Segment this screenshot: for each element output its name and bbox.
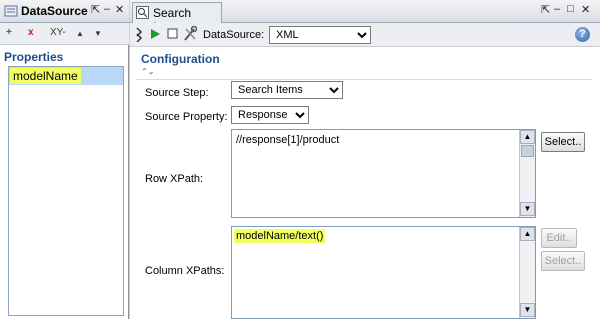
editor-toolbar: DataSource: XML ? — [130, 23, 600, 47]
row-xpath-value: //response[1]/product — [236, 134, 340, 146]
editor-tab-bar: Search Items ⇱ – □ ✕ — [130, 0, 600, 34]
datasource-type-label: DataSource: — [203, 29, 265, 41]
properties-header: Properties — [4, 50, 64, 64]
move-up-icon[interactable]: ▲ — [76, 29, 84, 38]
column-xpath-item[interactable]: modelName/text() — [234, 229, 326, 243]
source-property-label: Source Property: — [145, 111, 228, 123]
run-icon[interactable] — [149, 28, 161, 40]
help-icon[interactable]: ? — [575, 27, 590, 42]
datasource-minimize-icon[interactable]: – — [104, 3, 110, 15]
properties-list[interactable]: modelName — [8, 66, 124, 316]
row-xpath-field[interactable]: //response[1]/product ▲ ▼ — [231, 129, 536, 218]
scroll-thumb[interactable] — [521, 145, 534, 157]
source-property-select[interactable]: Response — [231, 106, 309, 124]
row-xpath-label: Row XPath: — [145, 173, 204, 185]
row-xpath-scrollbar[interactable]: ▲ ▼ — [519, 130, 535, 217]
remove-property-icon[interactable]: x — [28, 27, 34, 38]
scroll-up-button[interactable]: ▲ — [520, 227, 535, 241]
column-xpaths-label: Column XPaths: — [145, 265, 225, 277]
column-edit-button[interactable]: Edit.. — [541, 228, 577, 248]
row-xpath-select-button[interactable]: Select.. — [541, 132, 585, 152]
properties-toolbar: + x XY- ▲ ▼ — [0, 23, 129, 45]
datasource-type-select[interactable]: XML — [269, 26, 371, 44]
configuration-section: Configuration ⌃⌄ Source Step: Search Ite… — [130, 47, 600, 319]
editor-maximize-icon[interactable]: □ — [567, 3, 574, 15]
datasource-icon — [4, 4, 18, 18]
editor-pin-icon[interactable]: ⇱ — [541, 3, 550, 16]
datasource-close-icon[interactable]: ✕ — [115, 3, 124, 16]
source-step-select[interactable]: Search Items — [231, 81, 343, 99]
editor-close-icon[interactable]: ✕ — [581, 3, 590, 16]
configuration-title: Configuration — [141, 52, 220, 66]
scroll-down-button[interactable]: ▼ — [520, 303, 535, 317]
column-xpaths-list[interactable]: modelName/text() ▲ ▼ — [231, 226, 536, 319]
column-xpaths-scrollbar[interactable]: ▲ ▼ — [519, 227, 535, 318]
move-down-icon[interactable]: ▼ — [94, 29, 102, 38]
datasource-tab-bar: DataSource ⇱ – ✕ — [0, 0, 129, 23]
section-divider — [136, 79, 592, 80]
property-name[interactable]: modelName — [10, 68, 81, 84]
add-property-icon[interactable]: + — [6, 27, 12, 38]
tab-search-items[interactable]: Search Items — [132, 2, 222, 34]
tools-icon[interactable] — [183, 25, 198, 42]
datasource-tab-title[interactable]: DataSource — [21, 4, 88, 18]
xpath-icon[interactable]: XY- — [50, 27, 66, 38]
list-item[interactable]: modelName — [9, 67, 123, 85]
scroll-up-button[interactable]: ▲ — [520, 130, 535, 144]
scroll-down-button[interactable]: ▼ — [520, 202, 535, 216]
stop-icon[interactable] — [167, 28, 178, 39]
editor-minimize-icon[interactable]: – — [554, 3, 560, 15]
search-step-icon — [136, 6, 149, 19]
collapse-expand-icon[interactable]: ⌃⌄ — [141, 67, 154, 76]
datasource-pin-icon[interactable]: ⇱ — [91, 3, 100, 16]
splitter-grip-icon[interactable] — [135, 26, 147, 43]
source-step-label: Source Step: — [145, 87, 209, 99]
column-select-button[interactable]: Select.. — [541, 251, 585, 271]
